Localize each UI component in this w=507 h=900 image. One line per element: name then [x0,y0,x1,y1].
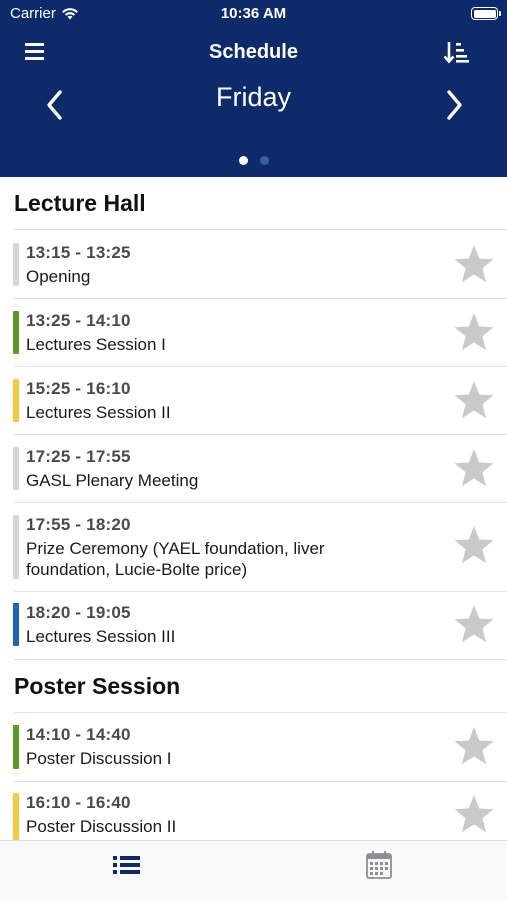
session-time: 18:20 - 19:05 [26,603,131,622]
section-title: Poster Session [14,673,181,699]
session-title: Opening [26,267,91,286]
divider [14,659,507,660]
session-color-bar [13,243,19,286]
status-bar: Carrier 10:36 AM [0,0,507,28]
session-time: 17:55 - 18:20 [26,515,131,534]
star-icon[interactable] [453,380,495,420]
star-icon[interactable] [453,604,495,644]
session-time: 14:10 - 14:40 [26,725,131,744]
list-item[interactable]: 15:25 - 16:10 Lectures Session II [0,367,507,434]
list-item[interactable]: 16:10 - 16:40 Poster Discussion II [0,782,507,840]
section-title: Lecture Hall [14,190,146,216]
chevron-right-icon[interactable] [439,86,469,124]
session-color-bar [13,725,19,769]
day-title: Friday [215,82,291,112]
list-item[interactable]: 17:25 - 17:55 GASL Plenary Meeting [0,435,507,502]
page-indicator[interactable] [0,156,507,165]
session-time: 15:25 - 16:10 [26,379,131,398]
page-dot[interactable] [259,156,269,165]
star-icon[interactable] [453,794,495,834]
calendar-icon[interactable] [362,849,396,881]
list-icon[interactable] [110,849,144,881]
star-icon[interactable] [453,312,495,352]
star-icon[interactable] [453,448,495,488]
session-color-bar [13,447,19,490]
session-color-bar [13,379,19,422]
star-icon[interactable] [453,525,495,565]
list-item[interactable]: 13:15 - 13:25 Opening [0,230,507,298]
session-title-line: foundation, Lucie-Bolte price) [26,560,248,579]
tab-bar [0,840,507,900]
session-title: Lectures Session II [26,403,171,422]
nav-title: Schedule [209,41,298,63]
session-color-bar [13,793,19,840]
list-item[interactable]: 18:20 - 19:05 Lectures Session III [0,592,507,659]
star-icon[interactable] [453,244,495,284]
list-item[interactable]: 17:55 - 18:20 Prize Ceremony (YAEL found… [0,503,507,591]
session-time: 17:25 - 17:55 [26,447,131,466]
schedule-list[interactable]: Lecture Hall 13:15 - 13:25 Opening 13:25… [0,177,507,840]
session-time: 13:25 - 14:10 [26,311,131,330]
session-color-bar [13,603,19,646]
list-item[interactable]: 13:25 - 14:10 Lectures Session I [0,299,507,366]
sort-icon[interactable] [441,38,471,66]
header: Carrier 10:36 AM Schedule Friday [0,0,507,177]
session-title: Poster Discussion I [26,749,172,768]
page-dot-active[interactable] [238,156,248,165]
battery-icon [471,7,501,20]
status-time: 10:36 AM [220,5,287,22]
session-color-bar [13,311,19,354]
session-title: Lectures Session III [26,627,176,646]
session-title: GASL Plenary Meeting [26,471,199,490]
session-title-line: Prize Ceremony (YAEL foundation, liver [26,539,325,558]
star-icon[interactable] [453,726,495,766]
session-color-bar [13,515,19,579]
session-title: Poster Discussion II [26,817,177,836]
session-time: 16:10 - 16:40 [26,793,131,812]
list-item[interactable]: 14:10 - 14:40 Poster Discussion I [0,713,507,781]
session-time: 13:15 - 13:25 [26,243,131,262]
session-title: Lectures Session I [26,335,166,354]
